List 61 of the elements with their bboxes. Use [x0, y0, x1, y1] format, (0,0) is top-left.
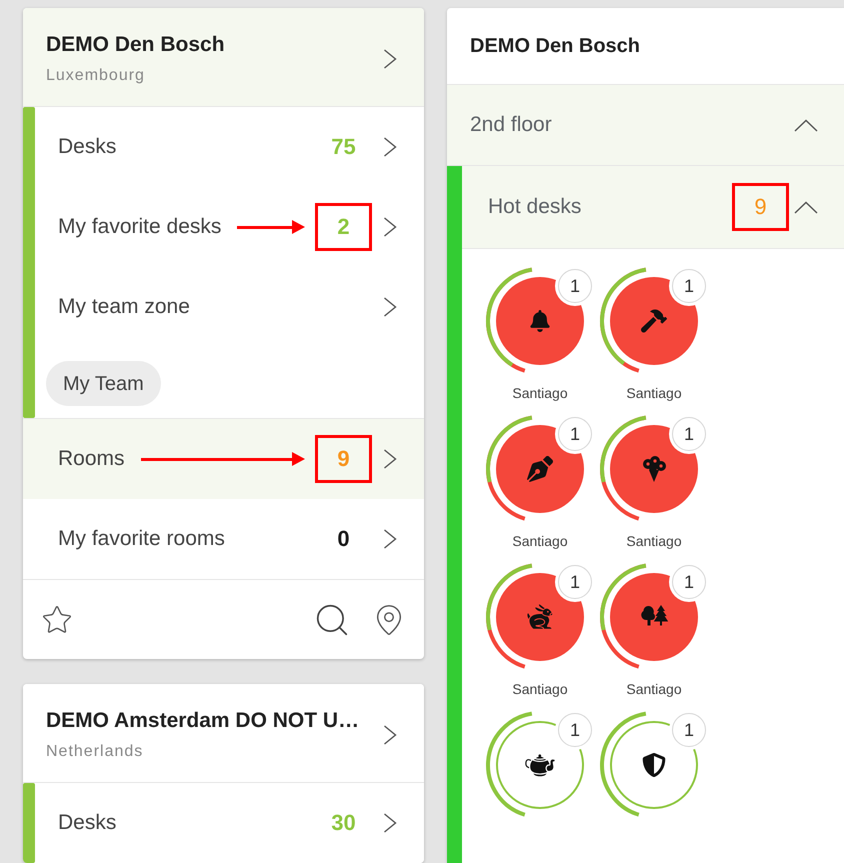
floor-header[interactable]: 2nd floor [447, 84, 844, 165]
pen-nib-icon [527, 456, 553, 482]
count-badge: 1 [672, 417, 706, 451]
desk-seat[interactable] [610, 721, 698, 809]
building-name: DEMO Den Bosch [46, 33, 225, 57]
chevron-right-icon [383, 529, 397, 549]
star-icon[interactable] [41, 604, 73, 636]
list-item[interactable]: My favorite rooms 0 [23, 499, 424, 579]
item-count: 9 [337, 446, 350, 472]
count-badge: 1 [558, 565, 592, 599]
desk-seat[interactable] [496, 277, 584, 365]
bouquet-icon [640, 455, 668, 483]
panel-title: DEMO Den Bosch [470, 34, 640, 59]
item-label: My favorite desks [58, 214, 222, 240]
occupant-name: Santiago [626, 681, 682, 697]
shield-icon [642, 753, 666, 777]
desk-seat[interactable] [610, 277, 698, 365]
building-name: DEMO Amsterdam DO NOT U… [46, 709, 360, 733]
item-label: My team zone [58, 294, 190, 320]
hammer-icon [641, 308, 667, 334]
chevron-up-icon[interactable] [794, 200, 818, 214]
building-country: Netherlands [46, 743, 144, 761]
occupant-name: Santiago [626, 533, 682, 549]
chevron-right-icon [383, 49, 397, 69]
building-header[interactable]: DEMO Den Bosch Luxembourg [23, 8, 424, 106]
zone-name: Hot desks [488, 194, 582, 220]
chevron-right-icon [383, 449, 397, 469]
item-count: 30 [331, 810, 356, 836]
occupant-name: Santiago [626, 385, 682, 401]
building-country: Luxembourg [46, 67, 145, 85]
list-item[interactable]: Desks 30 [35, 783, 424, 863]
chevron-up-icon[interactable] [794, 118, 818, 132]
count-badge: 1 [558, 713, 592, 747]
floor-name: 2nd floor [470, 112, 552, 138]
chevron-right-icon [383, 217, 397, 237]
chevron-right-icon [383, 725, 397, 745]
item-count: 2 [337, 214, 350, 240]
zone-header[interactable]: Hot desks 9 [462, 166, 844, 248]
zone-count: 9 [754, 194, 767, 220]
count-badge: 1 [672, 269, 706, 303]
chevron-right-icon [383, 813, 397, 833]
item-label: My favorite rooms [58, 526, 225, 552]
occupant-name: Santiago [512, 385, 568, 401]
item-count: 75 [331, 134, 356, 160]
count-badge: 1 [558, 269, 592, 303]
building-header[interactable]: DEMO Amsterdam DO NOT U… Netherlands [23, 684, 424, 782]
count-badge: 1 [558, 417, 592, 451]
occupant-name: Santiago [512, 681, 568, 697]
count-badge: 1 [672, 713, 706, 747]
count-badge: 1 [672, 565, 706, 599]
item-label: Desks [58, 810, 116, 836]
chevron-right-icon [383, 137, 397, 157]
occupant-name: Santiago [512, 533, 568, 549]
item-count: 0 [337, 526, 350, 552]
chevron-right-icon [383, 297, 397, 317]
bell-icon [529, 310, 551, 332]
team-chip[interactable]: My Team [46, 361, 161, 406]
item-label: Desks [58, 134, 116, 160]
rabbit-icon [526, 603, 554, 631]
item-label: Rooms [58, 446, 125, 472]
list-item[interactable]: Rooms 9 [23, 419, 424, 499]
